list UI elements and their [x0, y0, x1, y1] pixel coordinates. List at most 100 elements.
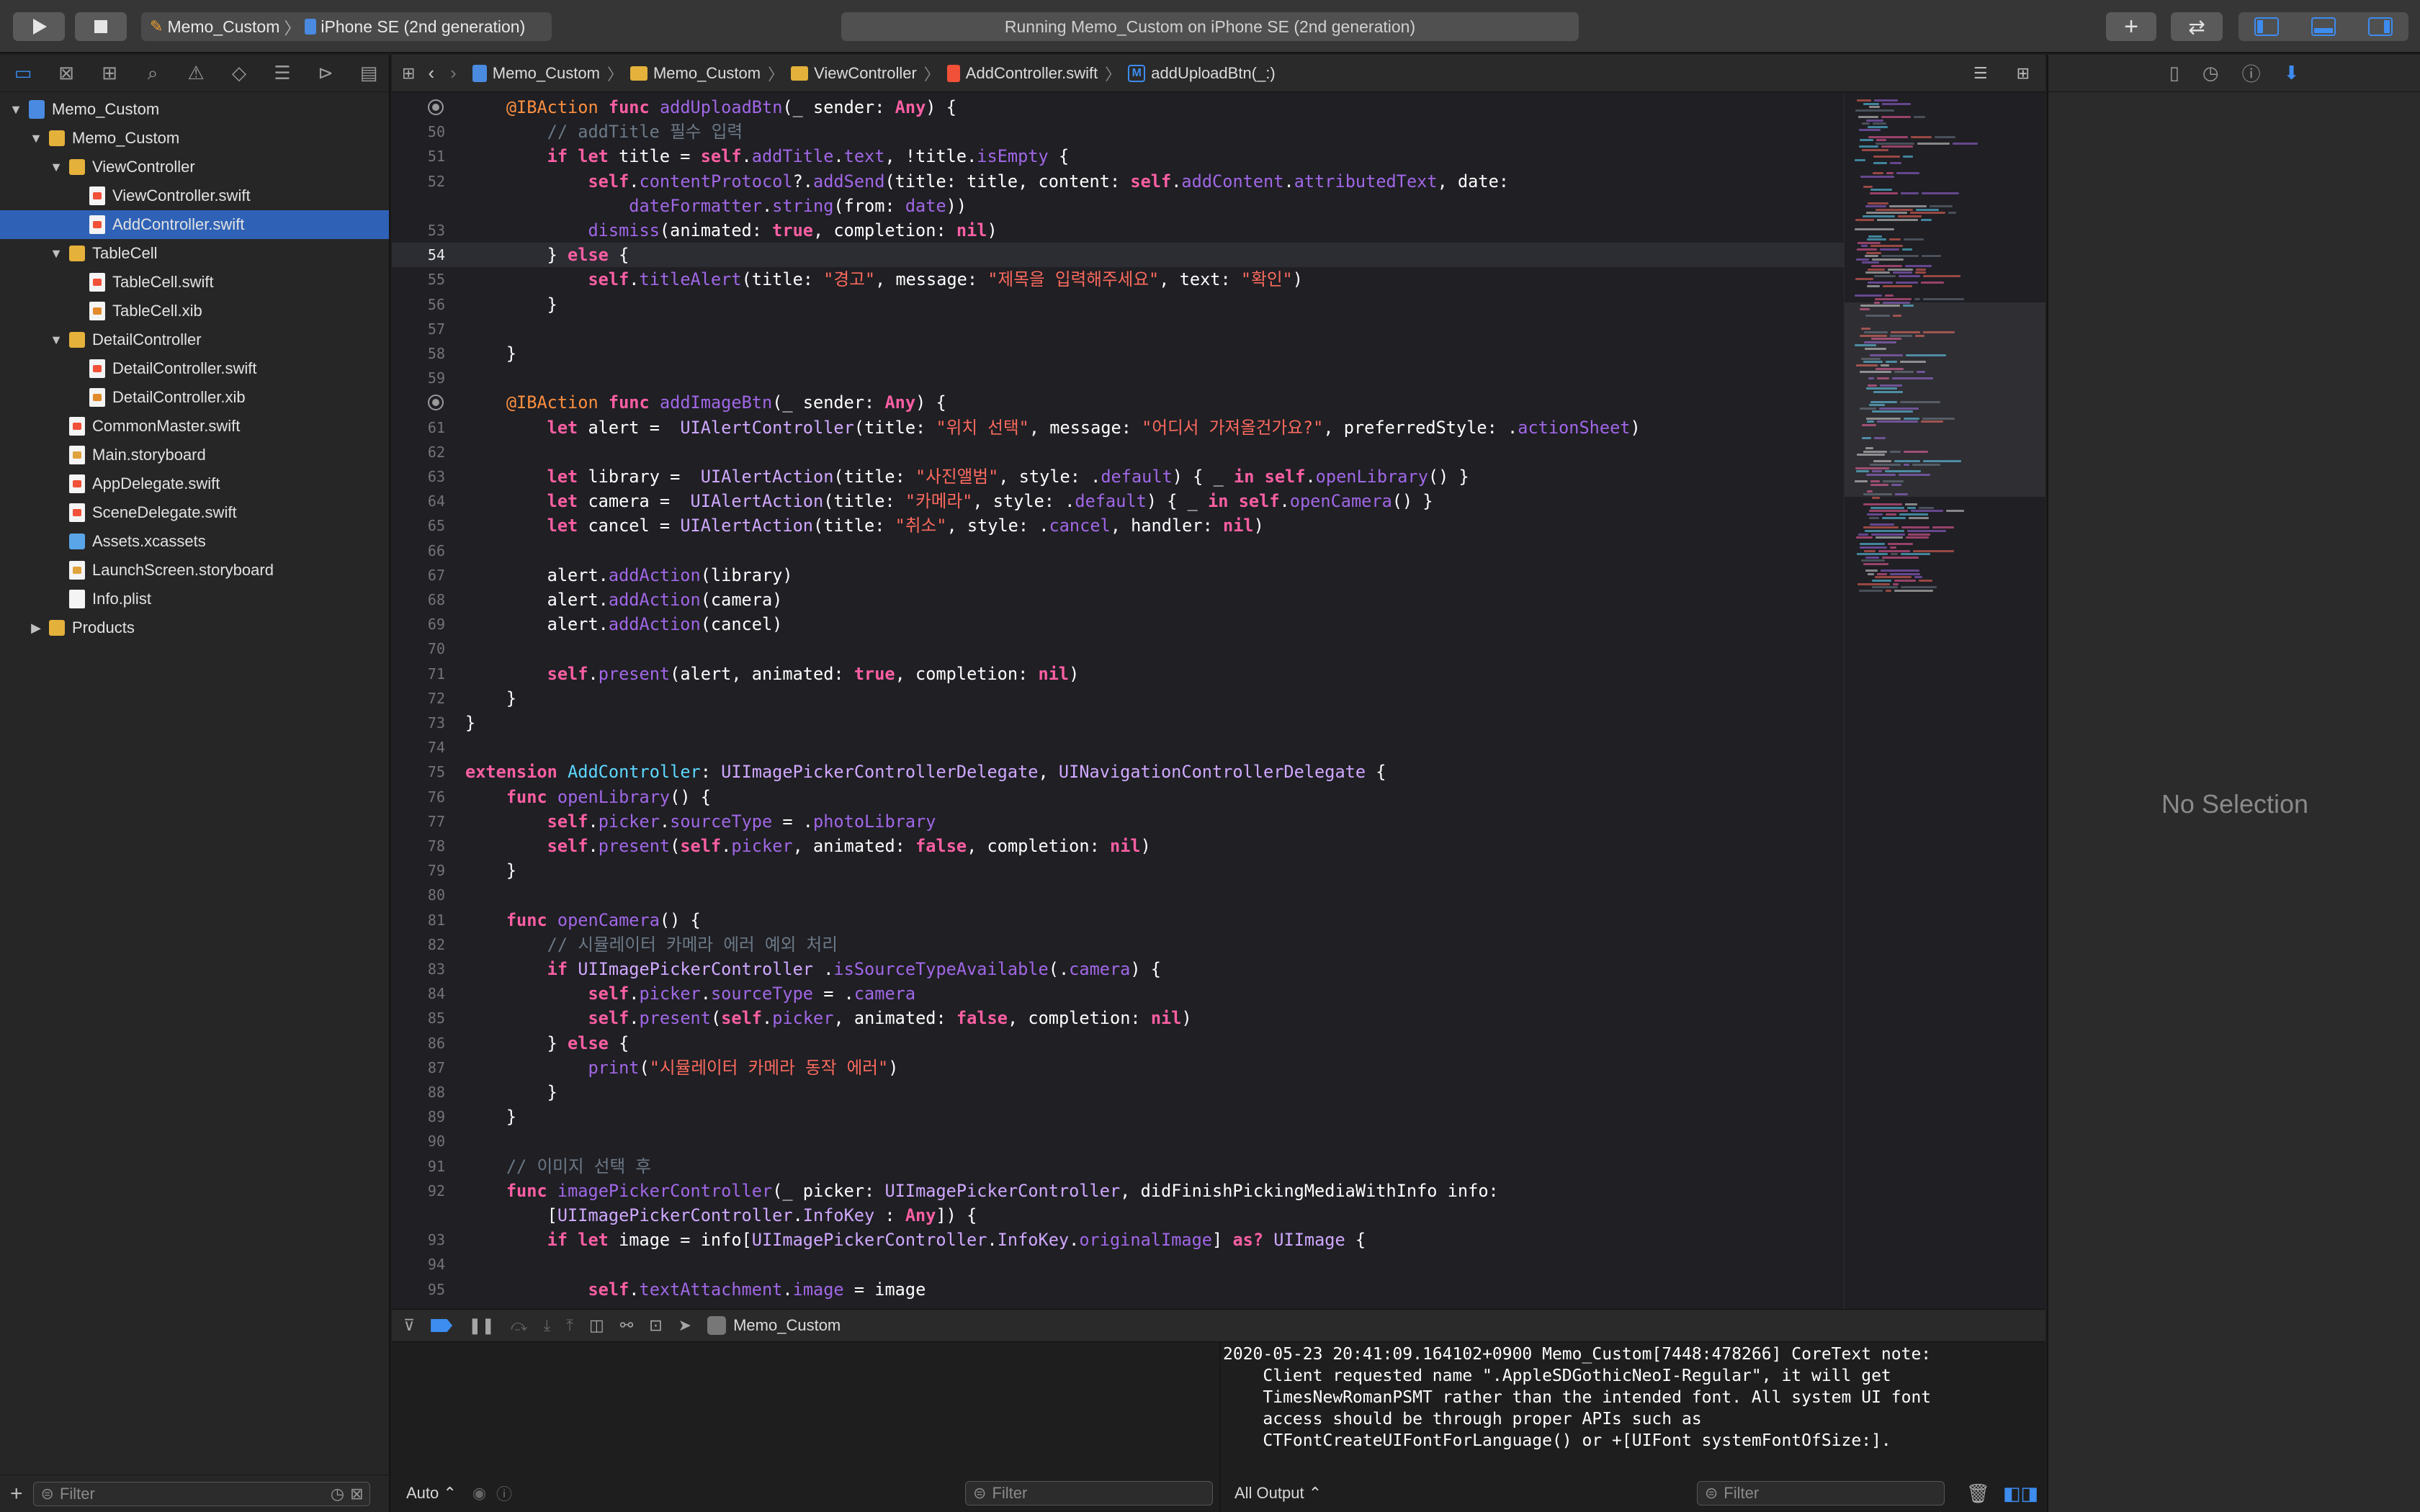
code-line[interactable]: func openCamera() { [465, 908, 701, 932]
file-tree-item[interactable]: Assets.xcassets [0, 527, 389, 556]
file-tree-item[interactable]: ▼ DetailController [0, 325, 389, 354]
breakpoints-toggle-icon[interactable] [431, 1319, 453, 1332]
code-review-button[interactable]: ⇄ [2171, 12, 2223, 41]
code-line[interactable]: extension AddController: UIImagePickerCo… [465, 760, 1386, 784]
file-tree-item[interactable]: DetailController.xib [0, 383, 389, 412]
code-line[interactable]: // 이미지 선택 후 [465, 1154, 651, 1179]
code-line[interactable]: } [465, 1104, 516, 1129]
code-line[interactable]: } [465, 711, 475, 735]
disclosure-open-icon[interactable]: ▼ [49, 333, 63, 348]
file-tree-item[interactable]: ▶ Products [0, 613, 389, 642]
breakpoint-icon[interactable]: ⊳ [313, 60, 339, 86]
symbol-icon[interactable]: ⊞ [97, 60, 122, 86]
simulate-location-icon[interactable]: ➤ [678, 1316, 691, 1335]
code-line[interactable]: } [465, 858, 516, 883]
disclosure-open-icon[interactable]: ▼ [9, 102, 23, 117]
code-line[interactable]: let cancel = UIAlertAction(title: "취소", … [465, 513, 1264, 538]
file-tree-item[interactable]: ▼ TableCell [0, 239, 389, 268]
step-out-icon[interactable]: ⤒ [566, 1316, 573, 1335]
code-line[interactable]: func imagePickerController(_ picker: UII… [465, 1179, 1499, 1203]
code-line[interactable]: } [465, 292, 557, 317]
file-tree-item[interactable]: ViewController.swift [0, 181, 389, 210]
navigator-filter-field[interactable]: ⊜ Filter ◷ ⊠ [32, 1481, 370, 1506]
code-line[interactable]: [UIImagePickerController.InfoKey : Any])… [465, 1203, 977, 1228]
code-line[interactable]: } else { [465, 243, 629, 267]
code-line[interactable]: self.textAttachment.image = image [465, 1277, 926, 1302]
outlet-connection-icon[interactable] [428, 395, 444, 411]
view-hierarchy-icon[interactable]: ◫ [589, 1316, 604, 1335]
related-items-icon[interactable]: ⊞ [402, 64, 415, 83]
toggle-navigator-icon[interactable] [2254, 17, 2280, 36]
split-view-icon[interactable]: ◧◨ [2003, 1482, 2038, 1505]
code-line[interactable]: self.present(self.picker, animated: fals… [465, 1006, 1191, 1030]
test-icon[interactable]: ◇ [226, 60, 252, 86]
file-inspector-icon[interactable]: ▯ [2169, 62, 2179, 84]
hide-debug-area-icon[interactable]: ⊽ [403, 1316, 415, 1335]
breadcrumb-group[interactable]: Memo_Custom [629, 64, 761, 83]
code-line[interactable]: let camera = UIAlertAction(title: "카메라",… [465, 489, 1433, 513]
file-tree-item[interactable]: ▼ ViewController [0, 153, 389, 181]
file-tree-item[interactable]: Main.storyboard [0, 441, 389, 469]
file-tree-item[interactable]: CommonMaster.swift [0, 412, 389, 441]
code-line[interactable]: self.present(self.picker, animated: fals… [465, 834, 1151, 858]
code-line[interactable]: alert.addAction(cancel) [465, 612, 783, 636]
console[interactable]: 2020-05-23 20:41:09.164102+0900 Memo_Cus… [1222, 1342, 2045, 1512]
minimap[interactable] [1844, 94, 2045, 1309]
run-button[interactable] [13, 12, 65, 41]
add-icon[interactable]: + [10, 1482, 23, 1506]
history-inspector-icon[interactable]: ◷ [2202, 62, 2219, 84]
variables-view[interactable]: Auto ⌃ ◉ ⓘ ⊜ Filter [392, 1342, 1220, 1512]
eye-icon[interactable]: ◉ [472, 1484, 486, 1503]
code-line[interactable]: self.contentProtocol?.addSend(title: tit… [465, 169, 1509, 194]
variables-filter-field[interactable]: ⊜ Filter [965, 1481, 1213, 1506]
report-icon[interactable]: ▤ [356, 60, 382, 86]
file-tree-item[interactable]: LaunchScreen.storyboard [0, 556, 389, 585]
add-editor-icon[interactable]: ⊞ [2017, 64, 2030, 83]
code-line[interactable]: } else { [465, 1031, 629, 1056]
output-selector[interactable]: All Output ⌃ [1234, 1484, 1322, 1503]
memory-graph-icon[interactable]: ⚯ [620, 1316, 633, 1335]
code-line[interactable]: let library = UIAlertAction(title: "사진앨범… [465, 464, 1469, 489]
code-line[interactable]: } [465, 686, 516, 711]
breadcrumb-project[interactable]: Memo_Custom [472, 64, 600, 83]
warning-icon[interactable]: ⚠ [183, 60, 209, 86]
file-tree-item[interactable]: ▼ Memo_Custom [0, 95, 389, 124]
code-line[interactable]: // addTitle 필수 입력 [465, 120, 743, 144]
forward-icon[interactable]: › [450, 62, 457, 84]
file-tree-item[interactable]: ▼ Memo_Custom [0, 124, 389, 153]
info-icon[interactable]: ⓘ [496, 1482, 512, 1505]
search-icon[interactable]: ⌕ [140, 60, 166, 86]
library-button[interactable]: + [2106, 12, 2156, 41]
code-line[interactable]: alert.addAction(library) [465, 563, 793, 588]
file-tree-item[interactable]: DetailController.swift [0, 354, 389, 383]
code-line[interactable]: self.titleAlert(title: "경고", message: "제… [465, 267, 1303, 292]
step-over-icon[interactable]: ⤼ [511, 1316, 528, 1335]
code-line[interactable]: @IBAction func addUploadBtn(_ sender: An… [465, 95, 956, 120]
file-tree-item[interactable]: AddController.swift [0, 210, 389, 239]
scm-filter-icon[interactable]: ⊠ [350, 1485, 363, 1503]
disclosure-open-icon[interactable]: ▼ [29, 131, 43, 146]
code-line[interactable]: self.present(alert, animated: true, comp… [465, 662, 1080, 686]
editor-options-icon[interactable]: ☰ [1973, 64, 1988, 83]
code-line[interactable]: if UIImagePickerController .isSourceType… [465, 957, 1161, 981]
code-line[interactable]: dateFormatter.string(from: date)) [465, 194, 967, 218]
code-line[interactable]: print("시뮬레이터 카메라 동작 에러") [465, 1056, 898, 1080]
pause-icon[interactable]: ❚❚ [468, 1316, 495, 1335]
file-tree-item[interactable]: SceneDelegate.swift [0, 498, 389, 527]
source-editor[interactable]: @IBAction func addUploadBtn(_ sender: An… [392, 94, 2045, 1309]
step-into-icon[interactable]: ⤓ [544, 1316, 551, 1335]
console-output[interactable]: 2020-05-23 20:41:09.164102+0900 Memo_Cus… [1222, 1344, 2043, 1452]
code-line[interactable]: } [465, 1080, 557, 1104]
source-control-icon[interactable]: ⊠ [53, 60, 79, 86]
stop-button[interactable] [75, 12, 127, 41]
folder-icon[interactable]: ▭ [10, 60, 36, 86]
code-line[interactable]: self.picker.sourceType = .photoLibrary [465, 809, 936, 834]
attributes-inspector-icon[interactable]: ⬇ [2284, 62, 2300, 84]
console-filter-field[interactable]: ⊜ Filter [1696, 1481, 1945, 1506]
code-line[interactable]: @IBAction func addImageBtn(_ sender: Any… [465, 390, 946, 415]
breadcrumb-method[interactable]: MaddUploadBtn(_:) [1128, 64, 1276, 83]
toggle-debug-area-icon[interactable] [2311, 17, 2336, 36]
code-line[interactable]: let alert = UIAlertController(title: "위치… [465, 415, 1641, 440]
minimap-viewport[interactable] [1845, 302, 2045, 497]
scope-selector[interactable]: Auto ⌃ [406, 1484, 457, 1503]
